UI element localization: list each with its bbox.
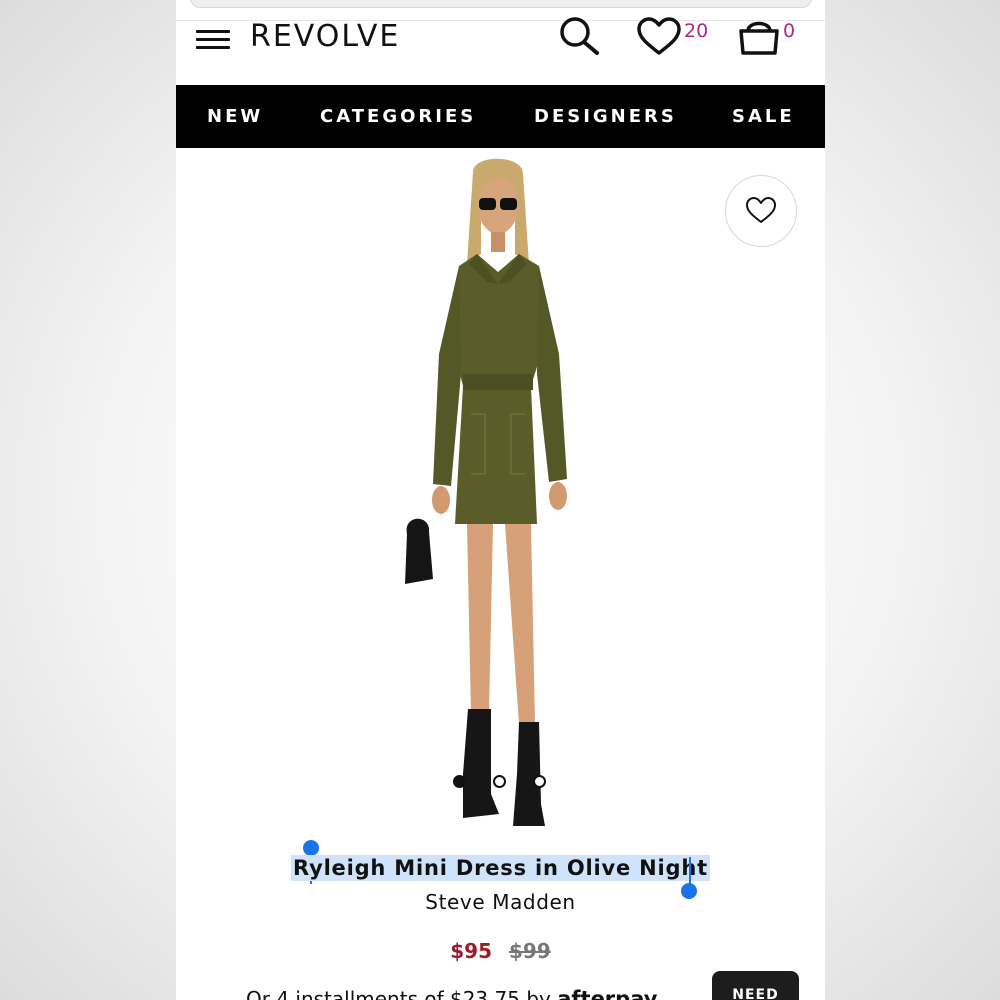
nav-item-categories[interactable]: CATEGORIES bbox=[320, 106, 476, 127]
original-price: $99 bbox=[508, 939, 551, 963]
site-logo[interactable]: REVOLVE bbox=[250, 19, 400, 54]
installments-text: Or 4 installments of $23.75 by bbox=[246, 987, 551, 1000]
site-header: REVOLVE 20 0 bbox=[176, 17, 825, 85]
installments-info: Or 4 installments of $23.75 by afterpay bbox=[246, 987, 657, 1000]
main-nav: NEW CATEGORIES DESIGNERS SALE bbox=[176, 85, 825, 148]
search-icon[interactable] bbox=[557, 16, 603, 60]
address-bar[interactable] bbox=[190, 0, 812, 8]
nav-item-designers[interactable]: DESIGNERS bbox=[534, 106, 677, 127]
nav-item-sale[interactable]: SALE bbox=[732, 106, 795, 127]
image-pagination bbox=[453, 775, 553, 791]
nav-item-new[interactable]: NEW bbox=[207, 106, 263, 127]
hamburger-icon[interactable] bbox=[196, 26, 232, 52]
product-gallery[interactable] bbox=[176, 148, 825, 848]
shopping-bag-icon[interactable] bbox=[737, 17, 781, 61]
afterpay-logo[interactable]: afterpay bbox=[557, 987, 657, 1000]
cart-count: 0 bbox=[783, 20, 796, 42]
price-row: $95 $99 bbox=[176, 939, 825, 963]
heart-outline-icon bbox=[746, 197, 776, 223]
pagination-dot-1[interactable] bbox=[453, 775, 466, 788]
product-photo bbox=[405, 158, 567, 826]
product-brand[interactable]: Steve Madden bbox=[176, 890, 825, 914]
browser-bar bbox=[176, 0, 825, 21]
wishlist-heart-icon[interactable] bbox=[636, 17, 682, 61]
sale-price: $95 bbox=[450, 939, 493, 963]
product-title-wrap: Ryleigh Mini Dress in Olive Night bbox=[176, 855, 825, 881]
product-title[interactable]: Ryleigh Mini Dress in Olive Night bbox=[291, 855, 710, 881]
favorite-button[interactable] bbox=[725, 175, 797, 247]
pagination-dot-2[interactable] bbox=[493, 775, 506, 788]
mobile-screen: REVOLVE 20 0 NEW CATEGORIES DESIGNERS SA… bbox=[176, 0, 825, 1000]
wishlist-count: 20 bbox=[684, 20, 709, 42]
need-help-button[interactable]: NEED bbox=[712, 971, 799, 1000]
pagination-dot-3[interactable] bbox=[533, 775, 546, 788]
